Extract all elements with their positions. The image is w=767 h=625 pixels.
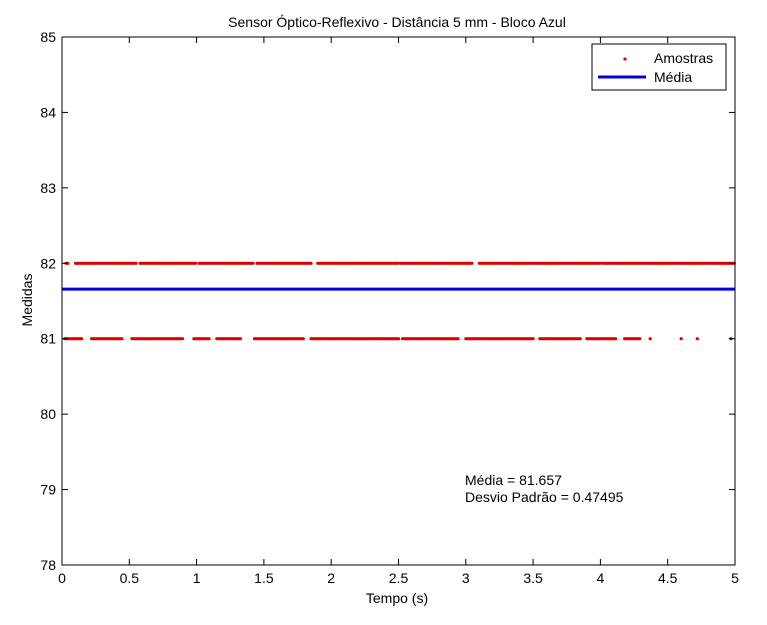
y-tick-label: 78 — [40, 557, 56, 573]
sample-point — [470, 261, 474, 265]
y-tick-label: 79 — [40, 482, 56, 498]
chart: Sensor Óptico-Reflexivo - Distância 5 mm… — [0, 0, 767, 625]
sample-point — [180, 337, 185, 341]
sample-point — [120, 337, 124, 341]
annotation-mean: Média = 81.657 — [465, 472, 562, 488]
x-tick-label: 1.5 — [254, 570, 274, 586]
sample-point — [578, 337, 582, 341]
x-tick-label: 3 — [462, 570, 470, 586]
x-tick-label: 4.5 — [658, 570, 678, 586]
sample-point — [679, 337, 683, 341]
y-axis-label: Medidas — [19, 274, 35, 327]
x-tick-label: 2.5 — [389, 570, 409, 586]
sample-point — [207, 337, 211, 341]
y-tick-label: 82 — [40, 255, 56, 271]
annotation-std: Desvio Padrão = 0.47495 — [465, 489, 624, 505]
sample-point — [531, 337, 535, 341]
sample-point — [638, 337, 642, 341]
x-tick-label: 0.5 — [120, 570, 140, 586]
sample-point — [648, 337, 652, 341]
sample-point — [309, 261, 313, 265]
sample-point — [193, 261, 198, 265]
sample-point — [396, 337, 401, 341]
y-tick-label: 80 — [40, 406, 56, 422]
y-tick-label: 83 — [40, 180, 56, 196]
x-axis-label: Tempo (s) — [366, 590, 428, 606]
x-tick-label: 4 — [597, 570, 605, 586]
legend: Amostras Média — [591, 43, 727, 91]
legend-samples-marker — [623, 57, 627, 61]
chart-title: Sensor Óptico-Reflexivo - Distância 5 mm… — [228, 14, 566, 30]
sample-point — [613, 337, 618, 341]
y-tick-label: 84 — [40, 104, 56, 120]
sample-point — [134, 261, 138, 265]
x-tick-label: 1 — [193, 570, 201, 586]
sample-point — [301, 337, 305, 341]
sample-point — [251, 261, 255, 265]
plot-area — [62, 37, 735, 565]
x-tick-label: 3.5 — [523, 570, 543, 586]
x-tick-label: 2 — [327, 570, 335, 586]
sample-point — [79, 337, 84, 341]
y-tick-label: 85 — [40, 29, 56, 45]
sample-point — [238, 337, 242, 341]
y-tick-label: 81 — [40, 331, 56, 347]
sample-point — [456, 337, 460, 341]
x-tick-label: 5 — [731, 570, 739, 586]
legend-samples-label: Amostras — [654, 50, 713, 66]
x-tick-label: 0 — [58, 570, 66, 586]
sample-point — [695, 337, 699, 341]
legend-mean-label: Média — [654, 69, 692, 85]
